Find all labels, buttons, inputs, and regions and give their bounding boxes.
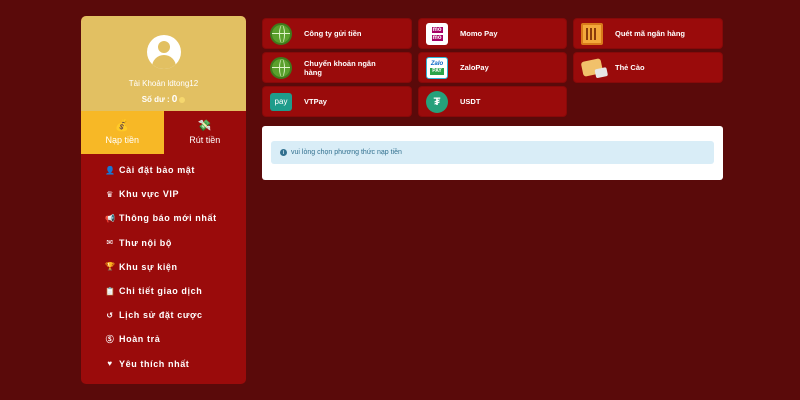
history-icon: ↺ [106,310,114,320]
payment-zalopay[interactable]: Zalo PAY ZaloPay [418,52,567,83]
deposit-withdraw-tabs: 💰 Nạp tiền 💸 Rút tiền [81,111,246,154]
menu-item-inbox[interactable]: ✉ Thư nội bộ [81,231,246,255]
trophy-icon: 🏆 [105,262,116,272]
account-menu: 👤 Cài đặt bảo mật ♛ Khu vực VIP 📢 Thông … [81,154,246,376]
coin-icon [179,96,186,103]
payment-label: Chuyển khoản ngân hàng [304,58,376,77]
hand-withdraw-icon: 💸 [197,119,212,132]
payment-label: ZaloPay [460,63,489,72]
vtpay-logo-icon: pay [270,92,292,111]
menu-item-label: Chi tiết giao dịch [119,286,203,297]
clipboard-icon: 📋 [105,286,116,296]
payment-label: Quét mã ngân hàng [615,29,686,38]
dollar-circle-icon: Ⓢ [105,334,115,344]
menu-item-security[interactable]: 👤 Cài đặt bảo mật [81,158,246,182]
payment-label: USDT [460,97,481,106]
payment-bank-transfer[interactable]: Chuyển khoản ngân hàng [262,52,412,83]
tab-withdraw-label: Rút tiền [189,134,221,145]
payment-momo[interactable]: mo mo Momo Pay [418,18,567,49]
deposit-content-panel: i vui lòng chọn phương thức nạp tiền [262,126,723,180]
zalopay-logo-icon: Zalo PAY [426,56,448,79]
payment-label: Momo Pay [460,29,498,38]
payment-usdt[interactable]: ₮ USDT [418,86,567,117]
menu-item-label: Thư nội bộ [119,237,173,248]
select-method-notice: i vui lòng chọn phương thức nạp tiền [271,141,714,164]
payment-scratch-card[interactable]: Thẻ Cào [573,52,723,83]
menu-item-label: Khu vực VIP [119,189,180,200]
menu-item-transactions[interactable]: 📋 Chi tiết giao dịch [81,279,246,303]
payment-label: Công ty gửi tiền [304,29,362,38]
payment-vtpay[interactable]: pay VTPay [262,86,412,117]
menu-item-announcements[interactable]: 📢 Thông báo mới nhất [81,206,246,230]
payment-company-transfer[interactable]: Công ty gửi tiền [262,18,412,49]
heart-icon: ♥ [107,359,113,369]
tab-deposit[interactable]: 💰 Nạp tiền [81,111,164,154]
notice-text: vui lòng chọn phương thức nạp tiền [291,149,402,156]
balance-label: Số dư : [141,95,170,104]
globe-icon [270,22,292,45]
user-avatar-icon [146,35,181,69]
account-sidebar: Tài Khoản ldtong12 Số dư : 0 💰 Nạp tiền … [81,16,246,384]
user-lock-icon: 👤 [105,165,116,175]
menu-item-label: Khu sự kiện [119,261,178,272]
payment-label: Thẻ Cào [615,63,645,72]
menu-item-label: Lịch sử đặt cược [119,310,203,321]
balance: Số dư : 0 [142,94,186,105]
menu-item-label: Hoàn trả [119,334,161,345]
scratch-card-icon [580,57,604,79]
menu-item-label: Cài đặt bảo mật [119,165,196,176]
wallet-deposit-icon: 💰 [115,119,130,132]
menu-item-label: Thông báo mới nhất [119,213,217,224]
tab-deposit-label: Nạp tiền [105,134,140,145]
crown-icon: ♛ [106,189,114,199]
info-icon: i [280,149,287,156]
menu-item-events[interactable]: 🏆 Khu sự kiện [81,255,246,279]
payment-label: VTPay [304,97,327,106]
menu-item-rebate[interactable]: Ⓢ Hoàn trả [81,327,246,351]
qr-code-icon [581,22,603,45]
menu-item-bet-history[interactable]: ↺ Lịch sử đặt cược [81,303,246,327]
tether-icon: ₮ [426,90,448,113]
megaphone-icon: 📢 [105,213,116,223]
profile-card: Tài Khoản ldtong12 Số dư : 0 [81,16,246,111]
momo-logo-icon: mo mo [426,22,448,45]
menu-item-label: Yêu thích nhất [119,358,190,369]
account-name: Tài Khoản ldtong12 [128,79,199,88]
balance-value: 0 [171,94,178,105]
menu-item-vip[interactable]: ♛ Khu vực VIP [81,182,246,206]
envelope-icon: ✉ [106,238,114,248]
globe-icon [270,56,292,79]
payment-bank-qr[interactable]: Quét mã ngân hàng [573,18,723,49]
menu-item-favorites[interactable]: ♥ Yêu thích nhất [81,352,246,376]
tab-withdraw[interactable]: 💸 Rút tiền [163,111,246,154]
